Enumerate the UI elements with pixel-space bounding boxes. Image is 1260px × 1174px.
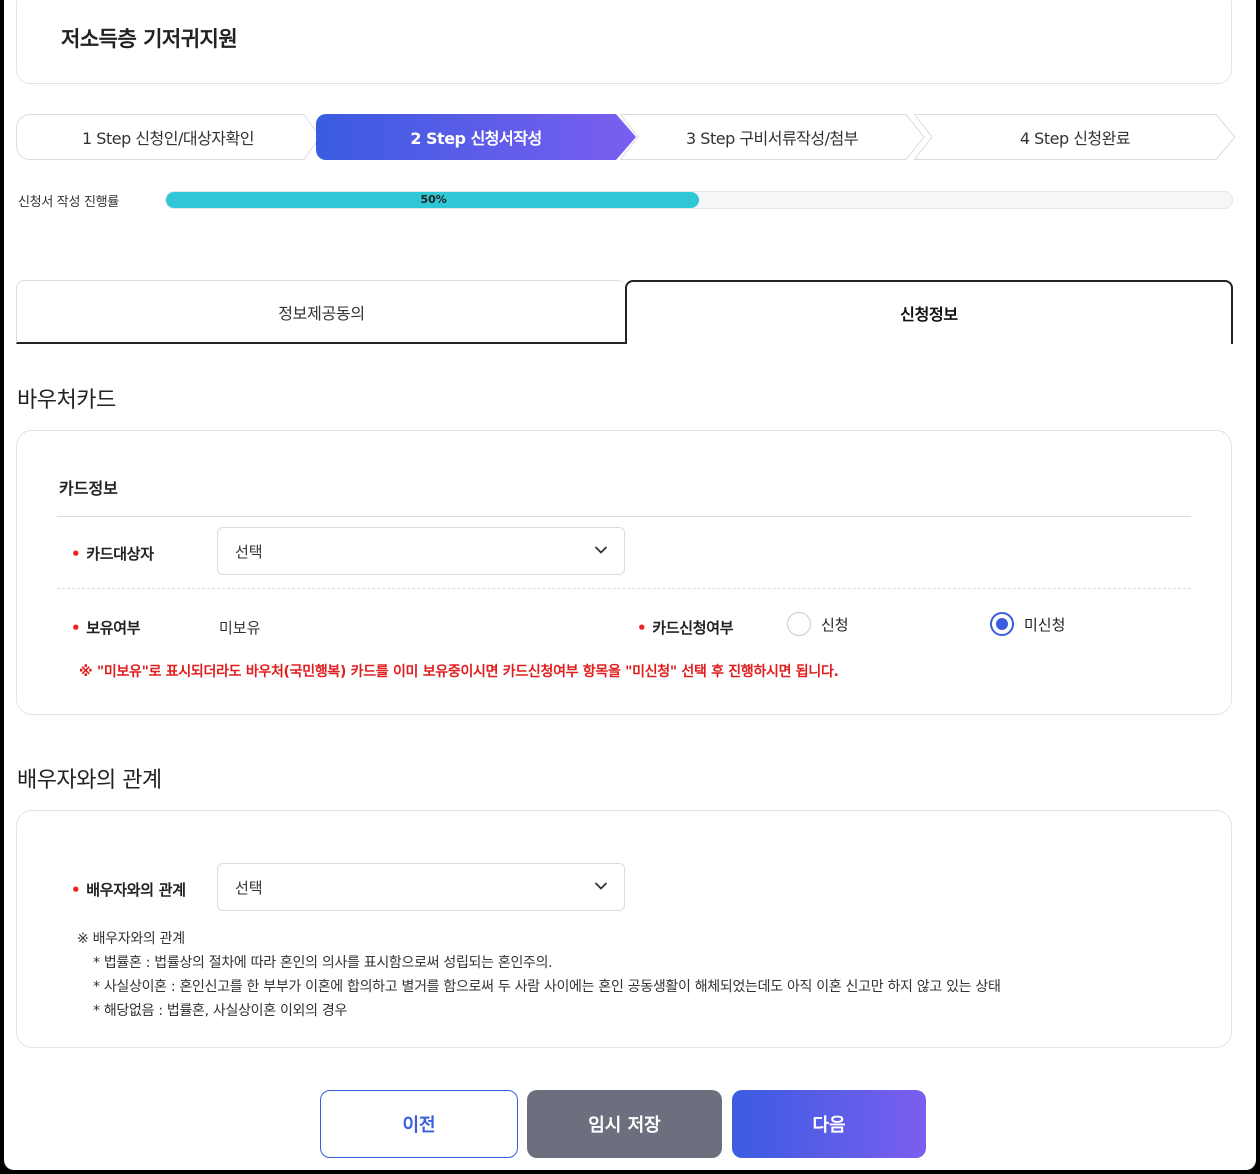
card-warning-text: ※ "미보유"로 표시되더라도 바우처(국민행복) 카드를 이미 보유중이시면 … xyxy=(79,664,839,680)
next-button[interactable]: 다음 xyxy=(732,1090,926,1158)
card-target-label: • 카드대상자 xyxy=(71,543,154,564)
radio-not-apply-circle[interactable] xyxy=(990,612,1014,636)
spouse-relation-label: • 배우자와의 관계 xyxy=(71,879,186,900)
note-line: * 해당없음 : 법률혼, 사실상이혼 이외의 경우 xyxy=(93,1003,348,1019)
prev-button[interactable]: 이전 xyxy=(320,1090,518,1158)
required-marker: • xyxy=(71,545,81,563)
radio-apply-label: 신청 xyxy=(821,615,849,634)
temp-save-button[interactable]: 임시 저장 xyxy=(527,1090,722,1158)
step-4-label: 4 Step 신청완료 xyxy=(1019,129,1131,148)
dashed-divider xyxy=(57,588,1191,589)
page-frame: 저소득층 기저귀지원 1 Step 신청인/대상자확인 2 Step 신청서작성 xyxy=(4,0,1256,1170)
step-1-label: 1 Step 신청인/대상자확인 xyxy=(82,129,254,148)
required-marker: • xyxy=(71,881,81,899)
voucher-card: 카드정보 • 카드대상자 선택 • 보유여부 미보유 • 카드신청여부 신청 미신청 … xyxy=(16,430,1232,715)
page-title: 저소득층 기저귀지원 xyxy=(61,27,238,51)
spouse-notes: ※ 배우자와의 관계 * 법률혼 : 법률상의 절차에 따라 혼인의 의사를 표… xyxy=(77,927,1001,1023)
voucher-section-title: 바우처카드 xyxy=(17,388,116,413)
tab-consent[interactable]: 정보제공동의 xyxy=(16,280,626,344)
spouse-relation-value: 선택 xyxy=(235,878,263,897)
chevron-down-icon xyxy=(594,546,608,554)
radio-not-apply[interactable]: 미신청 xyxy=(990,612,1065,636)
step-1: 1 Step 신청인/대상자확인 xyxy=(16,114,321,160)
notes-heading: ※ 배우자와의 관계 xyxy=(77,931,185,947)
radio-apply-circle[interactable] xyxy=(787,612,811,636)
required-marker: • xyxy=(71,619,81,637)
divider xyxy=(57,516,1191,517)
radio-not-apply-label: 미신청 xyxy=(1024,615,1066,634)
step-2: 2 Step 신청서작성 xyxy=(316,114,636,160)
step-3-label: 3 Step 구비서류작성/첨부 xyxy=(686,129,858,148)
step-4: 4 Step 신청완료 xyxy=(914,114,1236,160)
progress-label: 신청서 작성 진행률 xyxy=(18,195,119,210)
spouse-card: • 배우자와의 관계 선택 ※ 배우자와의 관계 * 법률혼 : 법률상의 절차에… xyxy=(16,810,1232,1048)
card-target-value: 선택 xyxy=(235,542,263,561)
card-info-subtitle: 카드정보 xyxy=(59,479,118,498)
note-line: * 사실상이혼 : 혼인신고를 한 부부가 이혼에 합의하고 별거를 함으로써 … xyxy=(93,979,1001,995)
card-apply-label-text: 카드신청여부 xyxy=(652,619,734,637)
card-target-label-text: 카드대상자 xyxy=(86,545,154,563)
chevron-down-icon xyxy=(594,882,608,890)
ownership-value: 미보유 xyxy=(219,619,261,637)
spouse-relation-select[interactable]: 선택 xyxy=(217,863,625,911)
title-card: 저소득층 기저귀지원 xyxy=(16,0,1232,84)
ownership-label-text: 보유여부 xyxy=(86,619,141,637)
progress-bar: 50% xyxy=(165,191,1233,209)
note-line: * 법률혼 : 법률상의 절차에 따라 혼인의 의사를 표시함으로써 성립되는 … xyxy=(93,955,553,971)
radio-apply[interactable]: 신청 xyxy=(787,612,849,636)
tab-application-info[interactable]: 신청정보 xyxy=(625,280,1233,344)
ownership-label: • 보유여부 xyxy=(71,617,141,638)
step-3: 3 Step 구비서류작성/첨부 xyxy=(620,114,925,160)
step-indicator: 1 Step 신청인/대상자확인 2 Step 신청서작성 3 Step 구비서… xyxy=(16,114,1236,160)
spouse-section-title: 배우자와의 관계 xyxy=(17,768,162,793)
progress-text: 50% xyxy=(420,193,447,206)
card-apply-label: • 카드신청여부 xyxy=(637,617,734,638)
spouse-relation-label-text: 배우자와의 관계 xyxy=(86,881,186,899)
card-target-select[interactable]: 선택 xyxy=(217,527,625,575)
step-2-label: 2 Step 신청서작성 xyxy=(410,129,542,148)
required-marker: • xyxy=(637,619,647,637)
